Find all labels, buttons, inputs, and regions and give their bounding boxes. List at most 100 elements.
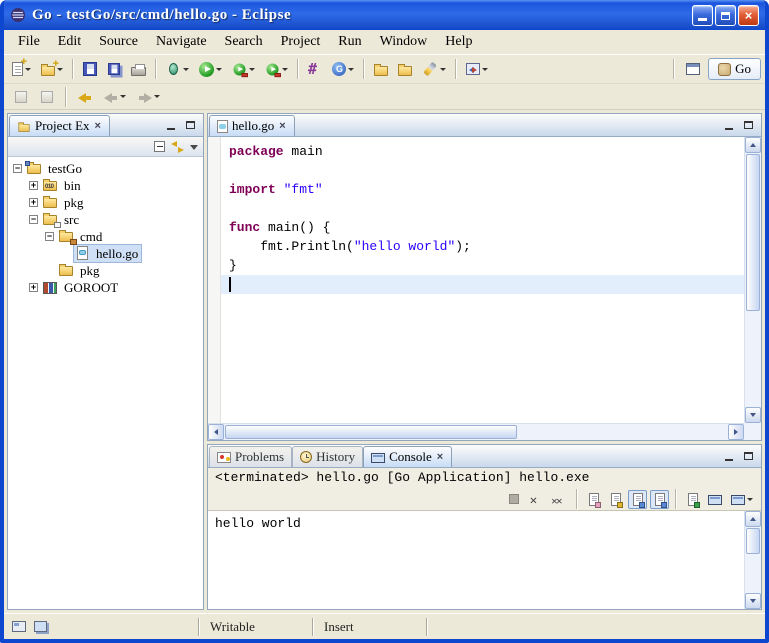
tree-item-cmd[interactable]: −cmd xyxy=(8,228,203,245)
status-left-icons xyxy=(4,621,198,632)
scroll-up-button[interactable] xyxy=(745,137,761,153)
forward-button[interactable] xyxy=(134,85,164,109)
new-wizard-button[interactable] xyxy=(8,57,35,81)
scrollbar-track[interactable] xyxy=(745,153,761,407)
open-console-button[interactable] xyxy=(728,490,756,509)
goclipse-button[interactable] xyxy=(328,57,358,81)
scrollbar-thumb[interactable] xyxy=(746,154,760,311)
scroll-up-button[interactable] xyxy=(745,511,761,527)
run-button[interactable] xyxy=(195,57,226,81)
collapse-all-button[interactable] xyxy=(154,141,165,152)
team-sync-button[interactable] xyxy=(462,57,492,81)
menu-edit[interactable]: Edit xyxy=(50,32,89,52)
tree-item-GOROOT[interactable]: +GOROOT xyxy=(8,279,203,296)
open-perspective-button[interactable] xyxy=(682,57,704,81)
scroll-down-button[interactable] xyxy=(745,593,761,609)
minimize-view-button[interactable] xyxy=(162,118,179,133)
tree-expand-plus-icon[interactable]: + xyxy=(29,283,38,292)
view-menu-button[interactable] xyxy=(190,145,198,150)
scroll-right-button[interactable] xyxy=(728,424,744,440)
menu-run[interactable]: Run xyxy=(330,32,369,52)
menu-source[interactable]: Source xyxy=(91,32,146,52)
remove-launch-button[interactable] xyxy=(526,490,545,509)
console-output[interactable]: hello world xyxy=(208,511,744,609)
tree-item-bin[interactable]: +bin xyxy=(8,177,203,194)
new-go-element-button[interactable] xyxy=(304,57,326,81)
code-area[interactable]: package main import "fmt" func main() { … xyxy=(221,137,744,423)
scroll-left-button[interactable] xyxy=(208,424,224,440)
menu-window[interactable]: Window xyxy=(372,32,436,52)
tab-history[interactable]: History xyxy=(292,446,363,467)
open-file-button[interactable] xyxy=(394,57,416,81)
tree-item-pkg[interactable]: +pkg xyxy=(8,194,203,211)
go-perspective-button[interactable]: Go xyxy=(708,58,761,80)
console-body: hello world xyxy=(208,511,761,609)
menu-navigate[interactable]: Navigate xyxy=(148,32,215,52)
word-wrap-button[interactable] xyxy=(628,490,647,509)
tree-expand-plus-icon[interactable]: + xyxy=(29,198,38,207)
restore-button[interactable] xyxy=(715,5,736,26)
minimize-button[interactable] xyxy=(692,5,713,26)
editor-tray-button[interactable] xyxy=(34,621,47,632)
external-tools-button[interactable] xyxy=(261,57,292,81)
tree-item-src[interactable]: −src xyxy=(8,211,203,228)
minimize-view-button[interactable] xyxy=(720,118,737,133)
show-on-output-button[interactable] xyxy=(650,490,669,509)
scrollbar-thumb[interactable] xyxy=(225,425,517,439)
tree-item-testGo[interactable]: −testGo xyxy=(8,160,203,177)
menu-file[interactable]: File xyxy=(10,32,48,52)
tree-expand-minus-icon[interactable]: − xyxy=(45,232,54,241)
remove-all-terminated-button[interactable] xyxy=(548,490,570,509)
new-folder-icon xyxy=(41,66,55,76)
fast-view-button[interactable] xyxy=(12,621,26,632)
back-button[interactable] xyxy=(100,85,130,109)
close-tab-icon[interactable]: × xyxy=(278,121,286,132)
close-tab-icon[interactable]: × xyxy=(94,121,102,132)
tab-project-explorer[interactable]: Project Ex × xyxy=(9,115,110,136)
clear-console-button[interactable] xyxy=(584,490,603,509)
minimize-view-button[interactable] xyxy=(720,449,737,464)
print-button[interactable] xyxy=(127,57,150,81)
tree-item-hello.go[interactable]: hello.go xyxy=(8,245,203,262)
menu-help[interactable]: Help xyxy=(437,32,480,52)
link-with-editor-button[interactable] xyxy=(171,141,184,153)
scroll-lock-button[interactable] xyxy=(606,490,625,509)
menu-search[interactable]: Search xyxy=(217,32,271,52)
display-selected-console-button[interactable] xyxy=(705,490,725,509)
project-tree[interactable]: −testGo+bin+pkg−src−cmdhello.gopkg+GOROO… xyxy=(8,157,203,609)
close-tab-icon[interactable]: × xyxy=(436,452,444,463)
scroll-down-button[interactable] xyxy=(745,407,761,423)
tree-expand-minus-icon[interactable]: − xyxy=(13,164,22,173)
open-folder-button[interactable] xyxy=(370,57,392,81)
pin-editor-button[interactable] xyxy=(10,85,32,109)
scrollbar-thumb[interactable] xyxy=(746,528,760,554)
maximize-view-button[interactable] xyxy=(740,449,757,464)
annotation-ruler[interactable] xyxy=(208,137,221,423)
tree-expand-plus-icon[interactable]: + xyxy=(29,181,38,190)
menu-project[interactable]: Project xyxy=(273,32,329,52)
console-vertical-scrollbar[interactable] xyxy=(744,511,761,609)
next-annotation-button[interactable] xyxy=(36,85,58,109)
tree-item-pkg[interactable]: pkg xyxy=(8,262,203,279)
maximize-view-button[interactable] xyxy=(740,118,757,133)
maximize-view-button[interactable] xyxy=(182,118,199,133)
tab-console[interactable]: Console × xyxy=(363,446,452,467)
scrollbar-track[interactable] xyxy=(224,424,728,440)
tree-expand-minus-icon[interactable]: − xyxy=(29,215,38,224)
scrollbar-track[interactable] xyxy=(745,527,761,593)
save-button[interactable] xyxy=(79,57,101,81)
pin-console-button[interactable] xyxy=(683,490,702,509)
toolbar-separator xyxy=(297,59,299,79)
tab-problems[interactable]: Problems xyxy=(209,446,292,467)
last-edit-location-button[interactable] xyxy=(74,85,96,109)
terminate-button[interactable] xyxy=(504,490,523,509)
save-all-button[interactable] xyxy=(103,57,125,81)
search-button[interactable] xyxy=(418,57,450,81)
editor-horizontal-scrollbar[interactable] xyxy=(208,423,744,440)
run-last-button[interactable] xyxy=(228,57,259,81)
close-button[interactable]: × xyxy=(738,5,759,26)
debug-button[interactable] xyxy=(162,57,193,81)
tab-hello-go[interactable]: hello.go × xyxy=(209,115,295,136)
editor-vertical-scrollbar[interactable] xyxy=(744,137,761,423)
new-folder-button[interactable] xyxy=(37,57,67,81)
